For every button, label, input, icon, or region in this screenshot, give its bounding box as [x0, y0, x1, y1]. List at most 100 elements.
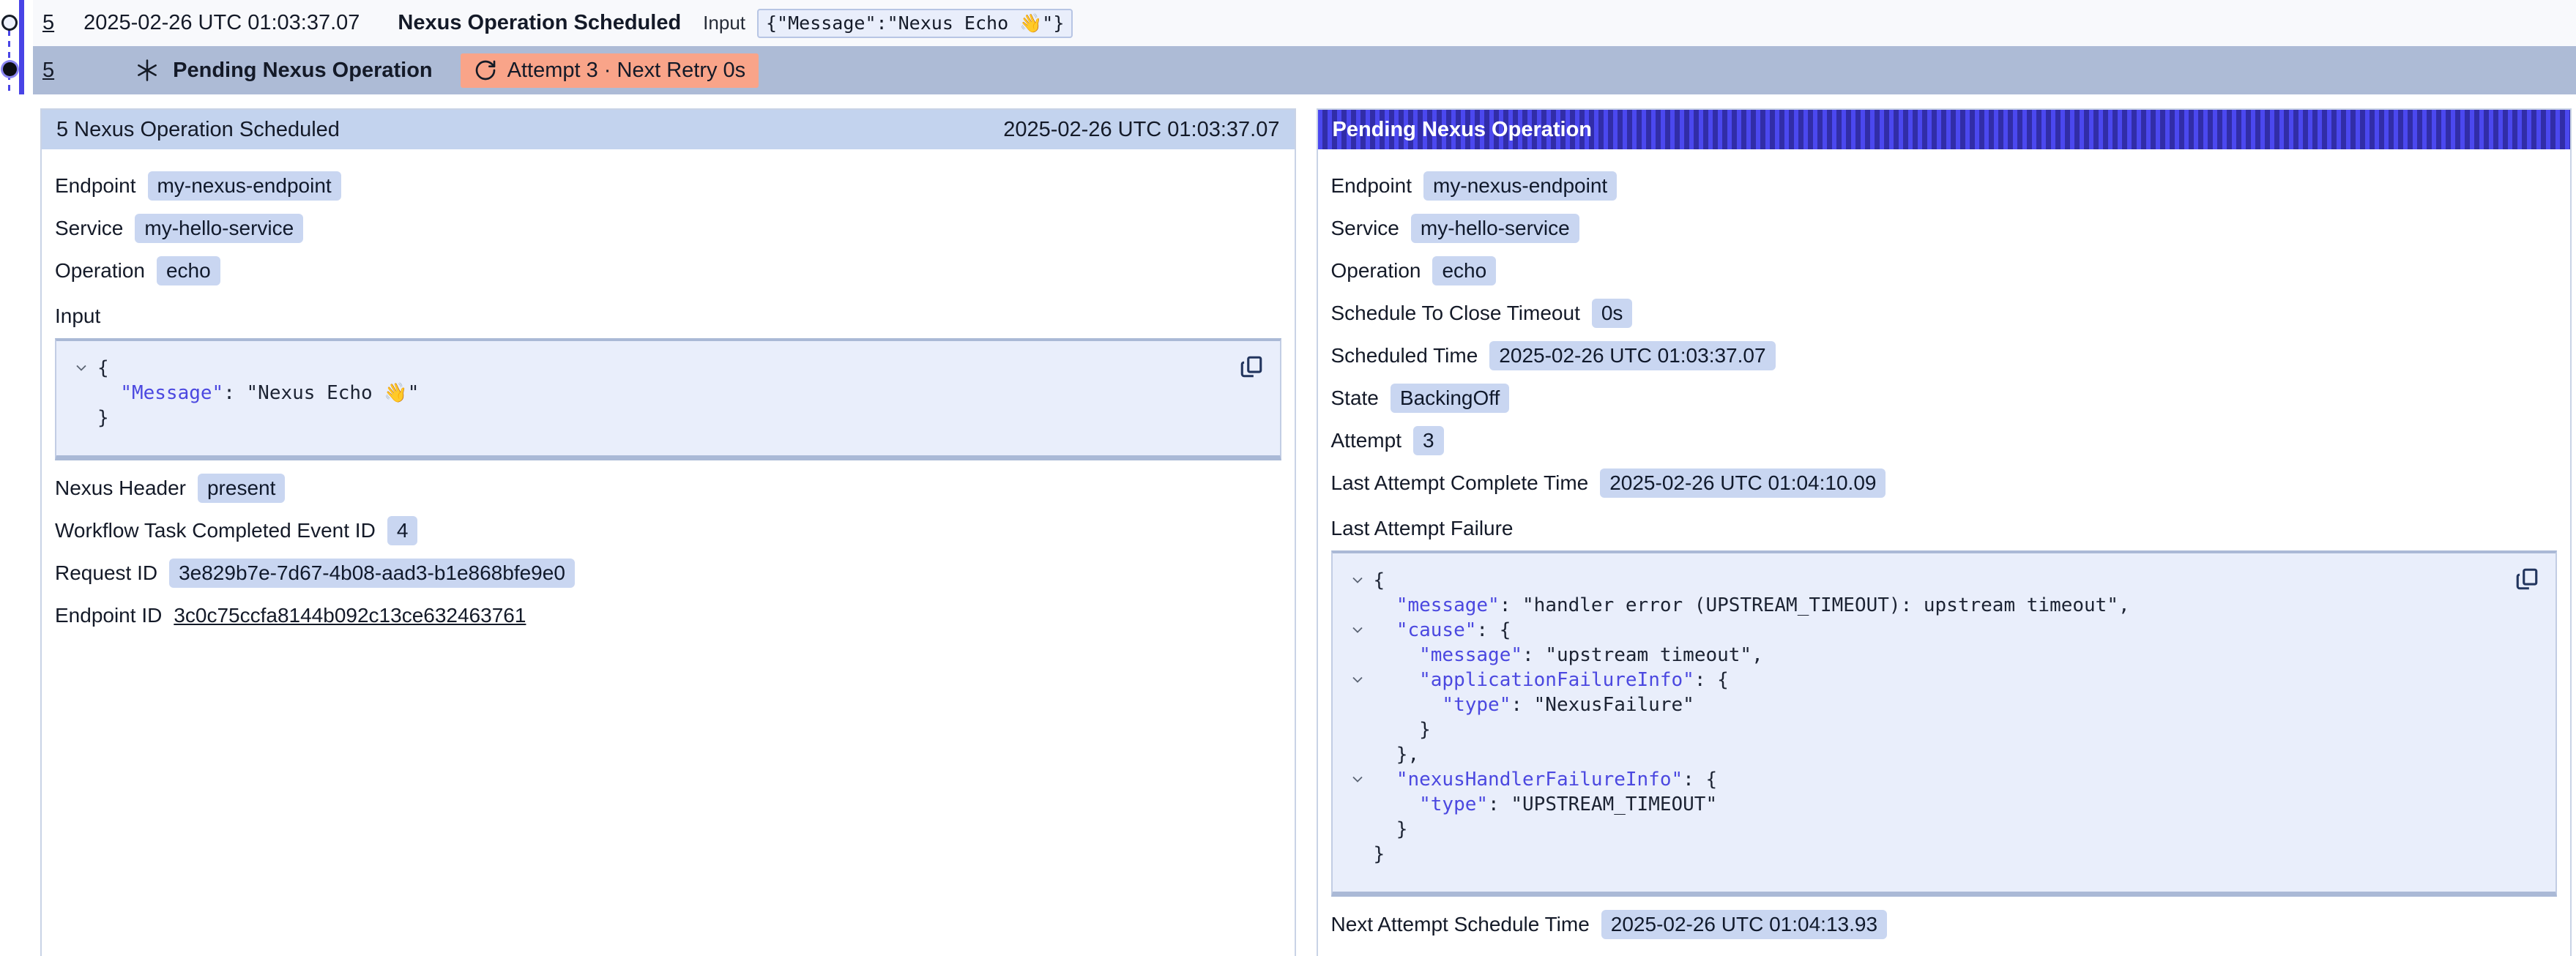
field-label: Endpoint ID [55, 604, 162, 627]
detail-row-operation: Operationecho [1331, 256, 2558, 285]
field-value-badge: my-nexus-endpoint [148, 171, 341, 201]
scheduled-panel-timestamp: 2025-02-26 UTC 01:03:37.07 [1003, 118, 1279, 142]
field-label: Service [55, 217, 123, 240]
pending-event-name: Pending Nexus Operation [173, 59, 433, 83]
code-gutter [1341, 717, 1374, 742]
collapse-chevron-icon[interactable] [65, 356, 97, 381]
code-text: "message": "handler error (UPSTREAM_TIME… [1374, 593, 2130, 618]
timeline-active-bar [19, 0, 24, 94]
failure-json-lines: { "message": "handler error (UPSTREAM_TI… [1341, 568, 2539, 867]
collapse-chevron-icon[interactable] [1341, 618, 1374, 643]
field-label: Scheduled Time [1331, 344, 1478, 367]
code-line: } [1341, 817, 2539, 842]
code-text: "Message": "Nexus Echo 👋" [97, 381, 419, 406]
event-timestamp: 2025-02-26 UTC 01:03:37.07 [83, 11, 360, 35]
field-label: Last Attempt Complete Time [1331, 471, 1589, 495]
code-text: { [97, 356, 109, 381]
input-section-label: Input [55, 305, 1281, 328]
pending-fields-bottom: Next Attempt Schedule Time 2025-02-26 UTC… [1331, 910, 2558, 939]
collapse-chevron-icon[interactable] [1341, 568, 1374, 593]
code-gutter [1341, 692, 1374, 717]
code-line: { [65, 356, 1262, 381]
code-gutter [1341, 817, 1374, 842]
attempt-retry-text: Attempt 3 · Next Retry 0s [507, 59, 746, 83]
field-value-badge: 3 [1413, 426, 1444, 455]
code-line: "message": "handler error (UPSTREAM_TIME… [1341, 593, 2539, 618]
code-gutter [65, 381, 97, 406]
event-row-nexus-operation-scheduled[interactable]: 5 2025-02-26 UTC 01:03:37.07 Nexus Opera… [33, 0, 2576, 46]
pending-panel-body: Endpointmy-nexus-endpointServicemy-hello… [1318, 149, 2571, 939]
code-line: } [1341, 842, 2539, 867]
field-value-badge: BackingOff [1391, 384, 1509, 413]
code-line: "applicationFailureInfo": { [1341, 668, 2539, 692]
code-line: "type": "UPSTREAM_TIMEOUT" [1341, 792, 2539, 817]
input-json-block: { "Message": "Nexus Echo 👋"} [55, 338, 1281, 460]
code-gutter [1341, 792, 1374, 817]
detail-row-state: State BackingOff [1331, 384, 2558, 413]
field-label: State [1331, 386, 1379, 410]
field-label: Workflow Task Completed Event ID [55, 519, 376, 542]
field-label: Endpoint [55, 174, 136, 198]
collapse-chevron-icon[interactable] [1341, 767, 1374, 792]
event-input-chip: {"Message":"Nexus Echo 👋"} [757, 9, 1073, 38]
code-gutter [1341, 643, 1374, 668]
last-attempt-failure-label: Last Attempt Failure [1331, 517, 2558, 540]
field-value-badge: 4 [387, 516, 418, 545]
field-value-badge: echo [1432, 256, 1496, 285]
scheduled-panel-body: Endpoint my-nexus-endpoint Service my-hello… [42, 149, 1295, 630]
detail-row-nexus-header: Nexus Headerpresent [55, 474, 1281, 503]
event-detail-panels: 5 Nexus Operation Scheduled 2025-02-26 U… [40, 108, 2572, 956]
field-value-badge: my-hello-service [135, 214, 303, 243]
field-label: Schedule To Close Timeout [1331, 302, 1580, 325]
retry-icon [474, 59, 497, 82]
copy-icon [2514, 567, 2539, 591]
code-text: "nexusHandlerFailureInfo": { [1374, 767, 1718, 792]
detail-row-scheduled-time: Scheduled Time2025-02-26 UTC 01:03:37.07 [1331, 341, 2558, 370]
code-text: } [1374, 717, 1431, 742]
timeline-node-current-icon [3, 62, 17, 76]
detail-row-schedule-to-close-timeout: Schedule To Close Timeout0s [1331, 299, 2558, 328]
detail-row-service: Servicemy-hello-service [1331, 214, 2558, 243]
scheduled-panel-title: 5 Nexus Operation Scheduled [56, 118, 340, 142]
scheduled-panel-header: 5 Nexus Operation Scheduled 2025-02-26 U… [42, 110, 1295, 149]
field-value-badge: 2025-02-26 UTC 01:04:13.93 [1601, 910, 1887, 939]
copy-icon [1239, 354, 1264, 379]
detail-row-attempt: Attempt3 [1331, 426, 2558, 455]
attempt-retry-badge: Attempt 3 · Next Retry 0s [461, 53, 759, 88]
code-line: "nexusHandlerFailureInfo": { [1341, 767, 2539, 792]
event-input-label: Input [703, 12, 745, 34]
field-value-badge: 3e829b7e-7d67-4b08-aad3-b1e868bfe9e0 [169, 559, 575, 588]
detail-row-operation: Operationecho [55, 256, 1281, 285]
code-text: "type": "NexusFailure" [1374, 692, 1694, 717]
code-line: "cause": { [1341, 618, 2539, 643]
failure-json-block: { "message": "handler error (UPSTREAM_TI… [1331, 550, 2558, 897]
code-gutter [1341, 742, 1374, 767]
event-id-link[interactable]: 5 [42, 11, 54, 35]
code-text: } [97, 406, 109, 430]
field-value-badge: my-hello-service [1411, 214, 1579, 243]
pending-panel-header: Pending Nexus Operation [1318, 110, 2571, 149]
copy-button[interactable] [2514, 567, 2539, 591]
event-row-pending-nexus-operation[interactable]: 5 Pending Nexus Operation Attempt 3 · Ne… [33, 46, 2576, 94]
copy-button[interactable] [1239, 354, 1264, 379]
detail-row-endpoint-id: Endpoint ID 3c0c75ccfa8144b092c13ce632463… [55, 601, 1281, 630]
field-value-badge: echo [157, 256, 220, 285]
scheduled-fields-top: Endpoint my-nexus-endpoint Service my-hello… [55, 171, 1281, 285]
field-label: Next Attempt Schedule Time [1331, 913, 1590, 936]
pending-asterisk-icon [135, 58, 160, 83]
code-line: "type": "NexusFailure" [1341, 692, 2539, 717]
field-label: Nexus Header [55, 477, 186, 500]
collapse-chevron-icon[interactable] [1341, 668, 1374, 692]
code-text: }, [1374, 742, 1420, 767]
pending-fields-top: Endpointmy-nexus-endpointServicemy-hello… [1331, 171, 2558, 498]
field-value-link[interactable]: 3c0c75ccfa8144b092c13ce632463761 [174, 604, 526, 627]
code-line: } [65, 406, 1262, 430]
field-value-badge: 2025-02-26 UTC 01:04:10.09 [1600, 468, 1886, 498]
code-text: "type": "UPSTREAM_TIMEOUT" [1374, 792, 1718, 817]
detail-row-last-attempt-complete-time: Last Attempt Complete Time 2025-02-26 UTC… [1331, 468, 2558, 498]
code-text: { [1374, 568, 1385, 593]
detail-row-request-id: Request ID3e829b7e-7d67-4b08-aad3-b1e868… [55, 559, 1281, 588]
pending-event-id-link[interactable]: 5 [42, 59, 54, 83]
event-name: Nexus Operation Scheduled [398, 11, 681, 35]
code-line: }, [1341, 742, 2539, 767]
